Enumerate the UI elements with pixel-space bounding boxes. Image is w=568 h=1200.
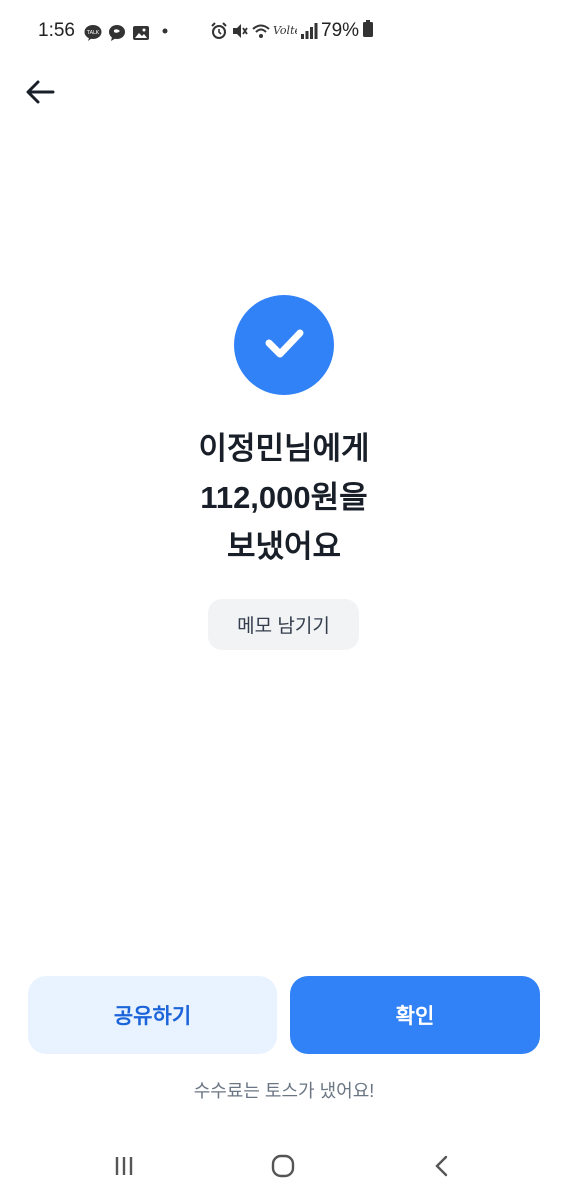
recipient-line: 이정민님에게 — [198, 431, 370, 466]
leave-memo-button[interactable]: 메모 남기기 — [208, 599, 359, 650]
share-button[interactable]: 공유하기 — [28, 976, 277, 1054]
svg-text:TALK: TALK — [86, 30, 100, 36]
kakaotalk-icon: TALK — [84, 24, 102, 42]
battery-icon — [362, 20, 374, 42]
transfer-result-message: 이정민님에게 112,000원을 보냈어요 — [0, 424, 568, 571]
system-status-icons: Volte 79% — [211, 20, 374, 42]
status-bar: 1:56 TALK Volte 79% — [0, 0, 568, 66]
alarm-icon — [210, 22, 228, 40]
confirm-button[interactable]: 확인 — [290, 976, 540, 1054]
sent-line: 보냈어요 — [226, 529, 342, 564]
gallery-icon — [132, 24, 150, 42]
dot-icon — [156, 22, 174, 44]
back-icon — [430, 1154, 454, 1182]
chat-bubble-icon — [108, 24, 126, 42]
status-time: 1:56 — [38, 20, 75, 41]
home-button[interactable] — [263, 1152, 303, 1184]
nav-back-button[interactable] — [422, 1152, 462, 1184]
notification-icons: TALK — [84, 22, 174, 44]
check-icon — [256, 315, 312, 375]
fee-note: 수수료는 토스가 냈어요! — [193, 1081, 375, 1101]
back-arrow-icon — [24, 76, 56, 112]
volte-icon: Volte — [273, 20, 301, 42]
wifi-icon — [252, 22, 270, 40]
back-button[interactable] — [20, 74, 60, 114]
system-nav-bar — [0, 1140, 568, 1200]
amount-line: 112,000원을 — [200, 480, 368, 515]
signal-icon — [300, 22, 318, 40]
success-check-badge — [234, 295, 334, 395]
recent-apps-icon — [112, 1154, 136, 1182]
mute-icon — [231, 22, 249, 40]
svg-text:Volte: Volte — [273, 24, 297, 37]
battery-percent: 79% — [321, 20, 360, 41]
home-icon — [270, 1153, 296, 1183]
recent-apps-button[interactable] — [104, 1152, 144, 1184]
